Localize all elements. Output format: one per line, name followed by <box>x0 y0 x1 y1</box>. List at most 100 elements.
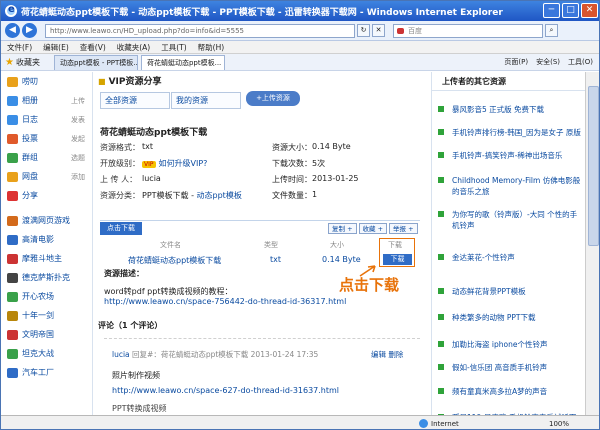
search-input[interactable]: 百度 <box>393 23 543 38</box>
file-type: txt <box>270 255 282 264</box>
nav-item[interactable]: 投票 发起 <box>1 129 92 148</box>
report-button[interactable]: 举报 + <box>389 223 418 234</box>
nav-item[interactable]: 分享 <box>1 186 92 205</box>
related-resource-link[interactable]: Childhood Memory-Film 仿佛电影般的音乐之旅 <box>438 175 582 197</box>
game-item[interactable]: 十年一剑 <box>1 306 92 325</box>
refresh-icon[interactable]: ↻ <box>357 24 370 37</box>
game-icon <box>7 272 18 283</box>
game-item[interactable]: 德克萨斯扑克 <box>1 268 92 287</box>
maximize-button[interactable]: □ <box>562 3 579 18</box>
search-icon[interactable]: ⌕ <box>545 24 558 37</box>
nav-item-action[interactable]: 添加 <box>71 172 85 182</box>
status-bar: Internet 100% <box>1 415 599 429</box>
zoom-level[interactable]: 100% <box>549 420 569 428</box>
nav-item-action[interactable]: 选题 <box>71 153 85 163</box>
tab-my-resources[interactable]: 我的资源 <box>171 92 241 109</box>
file-name-link[interactable]: 荷花蜻蜓动态ppt模板下载 <box>128 255 221 266</box>
related-resource-link[interactable]: 手机铃声-搞笑铃声-稀神出场音乐 <box>438 150 582 161</box>
related-resource-link[interactable]: 暴风影音5 正式版 免费下载 <box>438 104 582 115</box>
game-icon <box>7 310 18 321</box>
callout-text: 点击下载 <box>339 276 400 294</box>
stop-icon[interactable]: ✕ <box>372 24 385 37</box>
tab-lotus-ppt[interactable]: 荷花蜻蜓动态ppt模板... <box>140 54 225 70</box>
game-item[interactable]: 文明帝国 <box>1 325 92 344</box>
game-item[interactable]: 渡满网页游戏 <box>1 211 92 230</box>
game-icon <box>7 215 18 226</box>
main-panel: VIP资源分享 全部资源 我的资源 +上传资源 荷花蜻蜓动态ppt模板下载 资源… <box>96 72 426 415</box>
game-item[interactable]: 高清电影 <box>1 230 92 249</box>
menu-favorites[interactable]: 收藏夹(A) <box>117 42 150 53</box>
upload-time-value: 2013-01-25 <box>312 174 359 183</box>
game-icon <box>7 367 18 378</box>
close-button[interactable]: ✕ <box>581 3 598 18</box>
col-type: 类型 <box>264 241 278 249</box>
back-icon[interactable]: ◀ <box>5 23 20 38</box>
menu-file[interactable]: 文件(F) <box>7 42 32 53</box>
menu-help[interactable]: 帮助(H) <box>198 42 225 53</box>
nav-item[interactable]: 相册 上传 <box>1 91 92 110</box>
comment-info: 回复#：荷花蜻蜓动态ppt模板下载 2013-01-24 17:35 <box>132 350 319 359</box>
game-item[interactable]: 摩雅斗地主 <box>1 249 92 268</box>
comment-edit-link[interactable]: 编辑 <box>371 350 386 359</box>
related-resource-link[interactable]: 加勒比海盗 iphone个性铃声 <box>438 339 582 350</box>
nav-item[interactable]: 日志 发表 <box>1 110 92 129</box>
related-resource-link[interactable]: 手机铃声排行榜-韩国_因为是女子 原版 <box>438 127 582 138</box>
minimize-button[interactable]: ─ <box>543 3 560 18</box>
category-link[interactable]: 动态ppt模板 <box>197 191 242 200</box>
col-filename: 文件名 <box>160 241 181 249</box>
nav-item[interactable]: 唠叨 <box>1 72 92 91</box>
nav-icon <box>7 114 18 125</box>
favorites-label[interactable]: 收藏夹 <box>16 57 40 68</box>
nav-item-action[interactable]: 发表 <box>71 115 85 125</box>
tab-dynamic-ppt[interactable]: 动态ppt模板 - PPT模板... <box>53 54 138 70</box>
comment-link[interactable]: http://www.leawo.cn/space-627-do-thread-… <box>112 386 339 395</box>
nav-item-action[interactable]: 发起 <box>71 134 85 144</box>
nav-item-action[interactable]: 上传 <box>71 96 85 106</box>
copy-button[interactable]: 复制 + <box>328 223 357 234</box>
nav-item[interactable]: 网盘 添加 <box>1 167 92 186</box>
upload-button[interactable]: +上传资源 <box>246 91 300 106</box>
game-item[interactable]: 开心农场 <box>1 287 92 306</box>
related-resource-link[interactable]: 动态鲜花背景PPT模板 <box>438 286 582 297</box>
vertical-scrollbar[interactable] <box>585 72 599 415</box>
related-resource-link[interactable]: 假如-信乐团 高音质手机铃声 <box>438 362 582 373</box>
related-resource-link[interactable]: 金达莱花-个性铃声 <box>438 252 582 263</box>
tab-all-resources[interactable]: 全部资源 <box>100 92 170 109</box>
related-resource-link[interactable]: 种类繁多的动物 PPT下载 <box>438 312 582 323</box>
related-resource-link[interactable]: 频有童真米高多拉A梦的声音 <box>438 386 582 397</box>
col-size: 大小 <box>330 241 344 249</box>
page-menu[interactable]: 页面(P) <box>504 57 528 67</box>
nav-item-label: 网盘 <box>22 172 38 181</box>
menu-edit[interactable]: 编辑(E) <box>43 42 69 53</box>
favorites-star-icon[interactable]: ★ <box>5 57 14 68</box>
downloads-label: 下载次数： <box>272 159 312 168</box>
game-item[interactable]: 汽车工厂 <box>1 363 92 382</box>
tools-menu[interactable]: 工具(O) <box>568 57 593 67</box>
comment-actions: 编辑 删除 <box>371 349 403 360</box>
game-item[interactable]: 坦克大战 <box>1 344 92 363</box>
nav-item[interactable]: 群组 选题 <box>1 148 92 167</box>
scrollbar-thumb[interactable] <box>588 86 599 246</box>
comment-user[interactable]: lucia <box>112 350 130 359</box>
url-input[interactable]: http://www.leawo.cn/HD_upload.php?do=inf… <box>45 23 355 38</box>
category-a: PPT模板下载 <box>142 191 189 200</box>
size-value: 0.14 Byte <box>312 142 351 151</box>
zone-label: Internet <box>431 419 459 428</box>
nav-icon <box>7 76 18 87</box>
tutorial-text: word转pdf ppt转换成视频的教程： <box>104 287 233 296</box>
format-value: txt <box>142 142 154 151</box>
comment-delete-link[interactable]: 删除 <box>388 350 403 359</box>
menu-view[interactable]: 查看(V) <box>80 42 106 53</box>
menu-tools[interactable]: 工具(T) <box>161 42 186 53</box>
related-resource-link[interactable]: 为你写的歌（铃声版）-大同 个性的手机铃声 <box>438 209 582 231</box>
favorite-button[interactable]: 收藏 + <box>358 223 388 234</box>
nav-item-label: 日志 <box>22 115 38 124</box>
tutorial-link[interactable]: http://www.leawo.cn/space-756442-do-thre… <box>104 297 346 306</box>
globe-icon <box>419 419 428 428</box>
download-button[interactable]: 点击下载 <box>100 222 142 235</box>
upgrade-vip-link[interactable]: 如何升级VIP? <box>159 159 208 168</box>
row-download-button[interactable]: 下载 <box>383 254 412 265</box>
forward-icon[interactable]: ▶ <box>22 23 37 38</box>
nav-item-label: 群组 <box>22 153 38 162</box>
safety-menu[interactable]: 安全(S) <box>536 57 560 67</box>
